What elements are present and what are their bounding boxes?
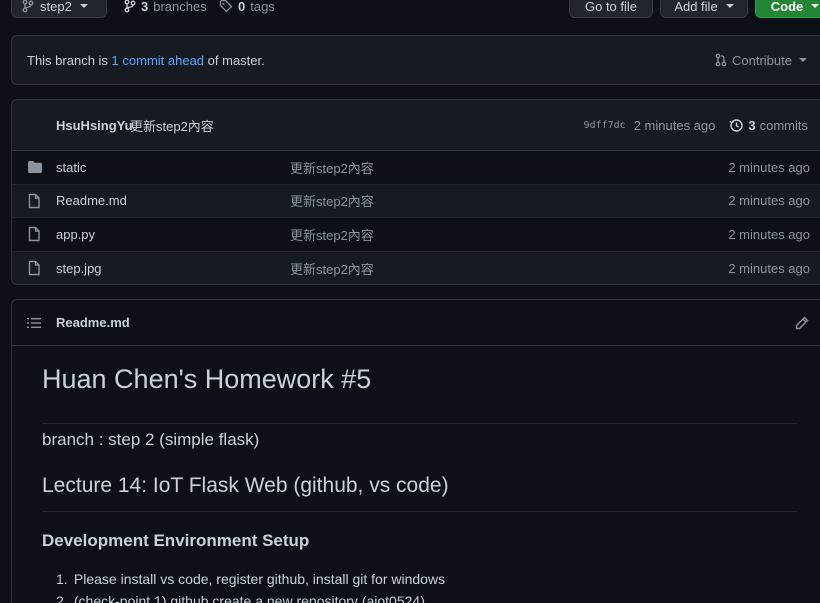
branch-name: step2 — [40, 0, 72, 14]
file-browser: HsuHsingYu 更新step2內容 9dff7dc 2 minutes a… — [11, 99, 820, 285]
git-branch-icon — [22, 0, 34, 13]
add-file-label: Add file — [674, 0, 718, 14]
list-icon[interactable] — [27, 317, 41, 329]
chevron-down-icon — [798, 58, 807, 62]
file-icon — [27, 260, 41, 276]
file-commit-time: 2 minutes ago — [728, 226, 810, 242]
branch-status-suffix: of master. — [207, 52, 265, 68]
readme-branch-heading: branch : step 2 (simple flask) — [42, 430, 260, 449]
list-item-number: 1. — [56, 571, 68, 587]
go-to-file-button[interactable]: Go to file — [569, 0, 653, 18]
file-icon — [27, 226, 41, 242]
file-row-readme[interactable]: Readme.md 更新step2內容 2 minutes ago — [12, 184, 820, 218]
list-item-text: (check-point 1) github create a new repo… — [73, 593, 425, 603]
chevron-down-icon — [811, 4, 820, 8]
readme-setup-heading: Development Environment Setup — [42, 531, 310, 550]
tags-label: tags — [250, 0, 275, 14]
code-button[interactable]: Code — [755, 0, 820, 18]
file-commit-time: 2 minutes ago — [728, 260, 810, 276]
repo-toolbar: step2 3 branches 0 tags Go to file Add f… — [11, 0, 820, 18]
contribute-label: Contribute — [732, 52, 792, 68]
file-name[interactable]: step.jpg — [56, 261, 102, 276]
readme-heading-1: Huan Chen's Homework #5 — [42, 364, 797, 424]
tags-link[interactable]: 0 tags — [219, 0, 275, 18]
chevron-down-icon — [725, 4, 734, 8]
file-commit-time: 2 minutes ago — [728, 159, 810, 175]
branch-select-button[interactable]: step2 — [11, 0, 107, 18]
commit-time: 2 minutes ago — [633, 117, 716, 133]
history-icon — [729, 118, 744, 133]
file-commit-message[interactable]: 更新step2內容 — [290, 191, 374, 210]
list-item-text: Please install vs code, register github,… — [73, 571, 446, 587]
file-commit-message[interactable]: 更新step2內容 — [290, 158, 374, 177]
branches-count: 3 — [141, 0, 149, 14]
git-branch-icon — [124, 0, 136, 13]
file-commit-message[interactable]: 更新step2內容 — [290, 259, 374, 278]
branches-label: branches — [153, 0, 207, 14]
commits-history-link[interactable]: 3 commits — [729, 118, 808, 133]
commit-meta: 9dff7dc 2 minutes ago 3 commits — [584, 118, 808, 133]
file-row-static[interactable]: static 更新step2內容 2 minutes ago — [12, 151, 820, 185]
branch-status-box: This branch is 1 commit ahead of master.… — [11, 35, 820, 85]
readme-filename[interactable]: Readme.md — [56, 315, 130, 330]
tag-icon — [219, 0, 233, 13]
file-name[interactable]: Readme.md — [56, 193, 127, 208]
latest-commit-row: HsuHsingYu 更新step2內容 9dff7dc 2 minutes a… — [12, 100, 820, 151]
file-icon — [27, 193, 41, 209]
file-row-step-jpg[interactable]: step.jpg 更新step2內容 2 minutes ago — [12, 251, 820, 284]
pull-request-icon — [715, 53, 727, 67]
add-file-button[interactable]: Add file — [660, 0, 748, 18]
readme-header: Readme.md — [12, 300, 820, 346]
setup-steps-list: 1. Please install vs code, register gith… — [56, 570, 445, 603]
chevron-down-icon — [79, 4, 88, 8]
commits-count: 3 — [748, 117, 756, 133]
commits-label: commits — [759, 117, 808, 133]
list-item-number: 2. — [56, 593, 68, 603]
file-commit-time: 2 minutes ago — [728, 193, 810, 209]
file-name[interactable]: app.py — [56, 227, 95, 242]
branch-status-prefix: This branch is — [27, 52, 108, 68]
commit-message[interactable]: 更新step2內容 — [130, 116, 214, 135]
branches-link[interactable]: 3 branches — [124, 0, 207, 18]
readme-panel: Readme.md Huan Chen's Homework #5 branch… — [11, 299, 820, 603]
list-item: 1. Please install vs code, register gith… — [56, 570, 445, 592]
list-item: 2. (check-point 1) github create a new r… — [56, 592, 445, 603]
branch-status-text: This branch is 1 commit ahead of master. — [27, 53, 265, 68]
commit-sha[interactable]: 9dff7dc — [584, 120, 626, 131]
pencil-icon[interactable] — [795, 316, 809, 330]
folder-icon — [27, 160, 43, 174]
file-name[interactable]: static — [56, 160, 86, 175]
file-row-app-py[interactable]: app.py 更新step2內容 2 minutes ago — [12, 218, 820, 252]
commits-ahead-link[interactable]: 1 commit ahead — [112, 53, 205, 68]
contribute-button[interactable]: Contribute — [715, 36, 807, 84]
file-commit-message[interactable]: 更新step2內容 — [290, 225, 374, 244]
readme-lecture-heading: Lecture 14: IoT Flask Web (github, vs co… — [42, 474, 797, 512]
code-label: Code — [770, 0, 804, 14]
tags-count: 0 — [238, 0, 246, 14]
commit-author[interactable]: HsuHsingYu — [56, 118, 133, 133]
